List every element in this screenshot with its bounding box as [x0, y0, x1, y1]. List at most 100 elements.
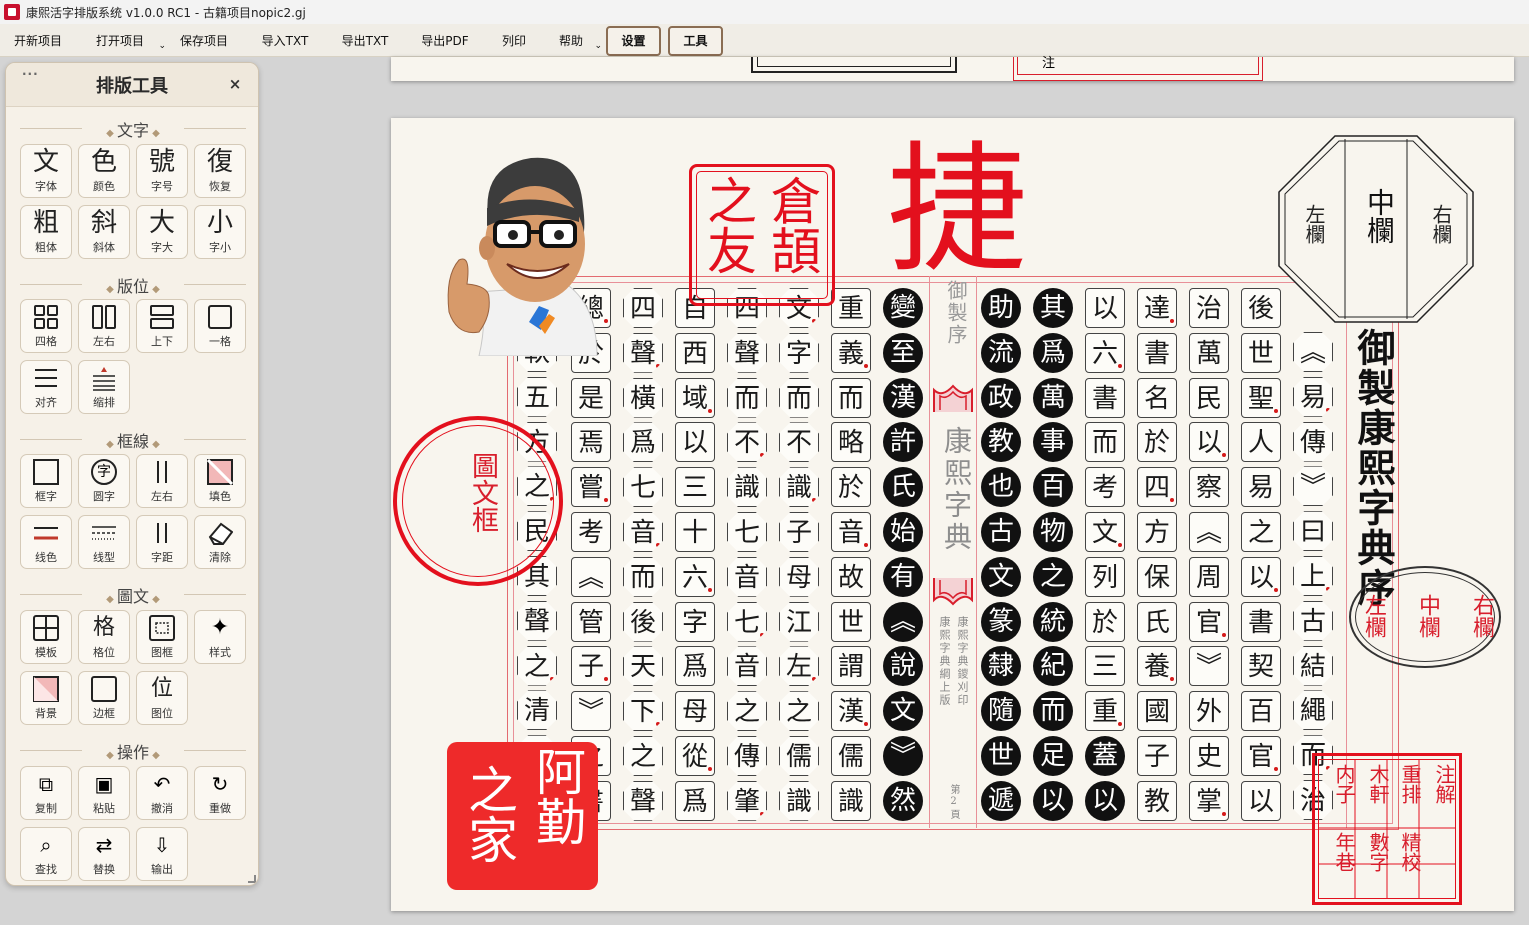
grid-cell[interactable]: 管	[571, 601, 611, 642]
grid-cell[interactable]: 人	[1241, 422, 1281, 463]
grid-cell[interactable]: 故	[831, 556, 871, 597]
grid-cell[interactable]: 是	[571, 377, 611, 418]
grid-cell[interactable]: 識	[831, 780, 871, 821]
grid-cell[interactable]: 氏	[883, 467, 923, 508]
grid-cell[interactable]: ︾	[571, 691, 611, 732]
grid-cell[interactable]: 世	[831, 601, 871, 642]
grid-cell[interactable]: 之	[1033, 556, 1073, 597]
tool-paste[interactable]: ▣ 粘贴	[78, 766, 130, 820]
grid-cell[interactable]: 天	[623, 646, 663, 687]
tool-smaller[interactable]: 小字小	[194, 205, 246, 259]
tool-align[interactable]: 对齐	[20, 360, 72, 414]
oval-frame[interactable]: 左欄 中欄 右欄	[1349, 566, 1501, 668]
tool-background[interactable]: 背景	[20, 671, 72, 725]
grid-cell[interactable]: 之	[779, 691, 819, 732]
grid-cell[interactable]: 易	[1241, 467, 1281, 508]
grid-cell[interactable]: 文	[981, 556, 1021, 597]
grid-cell[interactable]: 而	[623, 556, 663, 597]
grid-cell[interactable]: 識	[779, 780, 819, 821]
grid-cell[interactable]: 後	[623, 601, 663, 642]
grid-cell[interactable]: 教	[1137, 780, 1177, 821]
octagon-frame[interactable]: 中欄 左欄 右欄	[1277, 134, 1475, 324]
grid-cell[interactable]: ︽	[883, 601, 923, 642]
document-page[interactable]: 以六書而考文列於三重蓋以達書名於四方保氏養國子教治萬民以察 ︽ 周官 ︾ 外史掌後世聖人…	[391, 118, 1514, 911]
grid-cell[interactable]: 識	[779, 467, 819, 508]
seal-bottom[interactable]: 阿勤 之家	[447, 742, 598, 890]
tool-copy[interactable]: ⧉ 复制	[20, 766, 72, 820]
tool-bigger[interactable]: 大字大	[136, 205, 188, 259]
grid-cell[interactable]: 而	[831, 377, 871, 418]
grid-cell[interactable]: ︽	[1189, 512, 1229, 552]
tool-top-bottom[interactable]: 上下	[136, 299, 188, 353]
grid-cell[interactable]: 字	[675, 601, 715, 642]
grid-cell[interactable]: 音	[727, 556, 767, 597]
grid-cell[interactable]: 文	[883, 691, 923, 732]
tool-font[interactable]: 文字体	[20, 144, 72, 198]
avatar[interactable]	[419, 136, 605, 357]
grid-cell[interactable]: 世	[981, 736, 1021, 776]
grid-cell[interactable]: 繩	[1293, 690, 1333, 731]
tool-output[interactable]: ⇩ 输出	[136, 827, 188, 881]
grid-cell[interactable]: 謂	[831, 646, 871, 687]
grid-cell[interactable]: 隨	[981, 691, 1021, 732]
grid-cell[interactable]: 也	[981, 467, 1021, 508]
grid-cell[interactable]: 爲	[675, 646, 715, 687]
menu-export-pdf[interactable]: 导出PDF	[404, 24, 486, 57]
palette-header[interactable]: ··· 排版工具 ×	[6, 63, 258, 107]
grid-cell[interactable]: 字	[779, 332, 819, 373]
circle-text-frame[interactable]: 圖文框	[393, 416, 563, 586]
grid-cell[interactable]: 列	[1085, 556, 1125, 597]
tool-spacing[interactable]: 字距	[136, 515, 188, 569]
grid-cell[interactable]: 政	[981, 377, 1021, 418]
grid-cell[interactable]: 變	[883, 288, 923, 328]
grid-cell[interactable]: 保	[1137, 556, 1177, 597]
grid-cell[interactable]: 以	[1241, 556, 1281, 597]
grid-cell[interactable]: 音	[831, 512, 871, 552]
grid-cell[interactable]: 然	[883, 780, 923, 821]
resize-handle[interactable]	[248, 875, 256, 883]
grid-cell[interactable]: 文	[1085, 512, 1125, 552]
grid-cell[interactable]: 五	[517, 376, 557, 417]
grid-cell[interactable]: 義	[831, 332, 871, 373]
grid-cell[interactable]: 於	[1137, 422, 1177, 463]
grid-cell[interactable]: 六	[675, 556, 715, 597]
grid-cell[interactable]: 書	[1085, 377, 1125, 418]
tool-clear[interactable]: 清除	[194, 515, 246, 569]
tool-template[interactable]: 模板	[20, 610, 72, 664]
grid-cell[interactable]: ︾	[1189, 646, 1229, 687]
grid-cell[interactable]: 不	[779, 422, 819, 463]
grid-cell[interactable]: 古	[1293, 600, 1333, 641]
menu-save-project[interactable]: 保存项目	[164, 24, 244, 57]
tool-style[interactable]: ✦ 样式	[194, 610, 246, 664]
tool-undo[interactable]: ↶ 撤消	[136, 766, 188, 820]
grid-cell[interactable]: 識	[727, 467, 767, 508]
grid-cell[interactable]: 六	[1085, 332, 1125, 373]
grid-cell[interactable]: 周	[1189, 556, 1229, 597]
grid-cell[interactable]: 子	[1137, 736, 1177, 776]
grid-cell[interactable]: 肇	[727, 780, 767, 821]
grid-cell[interactable]: 江	[779, 601, 819, 642]
close-icon[interactable]: ×	[226, 75, 244, 93]
grid-cell[interactable]: 於	[831, 467, 871, 508]
grid-cell[interactable]: ︽	[571, 556, 611, 597]
tool-image-position[interactable]: 位图位	[136, 671, 188, 725]
settings-button[interactable]: 设置	[606, 25, 661, 56]
tool-border[interactable]: 边框	[78, 671, 130, 725]
grid-cell[interactable]: 後	[1241, 288, 1281, 328]
grid-cell[interactable]: 遞	[981, 780, 1021, 821]
grid-cell[interactable]: 有	[883, 556, 923, 597]
grid-cell[interactable]: 不	[727, 422, 767, 463]
tool-four-grid[interactable]: 四格	[20, 299, 72, 353]
grid-cell[interactable]: 以	[1241, 780, 1281, 821]
grid-cell[interactable]: 儒	[779, 736, 819, 776]
tool-circle-char[interactable]: 字 圆字	[78, 454, 130, 508]
drag-grip-icon[interactable]: ···	[22, 67, 39, 81]
grid-cell[interactable]: 萬	[1189, 332, 1229, 373]
grid-cell[interactable]: 養	[1137, 646, 1177, 687]
tool-single-cell[interactable]: 一格	[194, 299, 246, 353]
menu-new-project[interactable]: 开新项目	[0, 24, 76, 57]
grid-cell[interactable]: 四	[623, 288, 663, 328]
grid-cell[interactable]: 結	[1293, 645, 1333, 686]
grid-cell[interactable]: 以	[1033, 780, 1073, 821]
grid-cell[interactable]: 始	[883, 512, 923, 552]
